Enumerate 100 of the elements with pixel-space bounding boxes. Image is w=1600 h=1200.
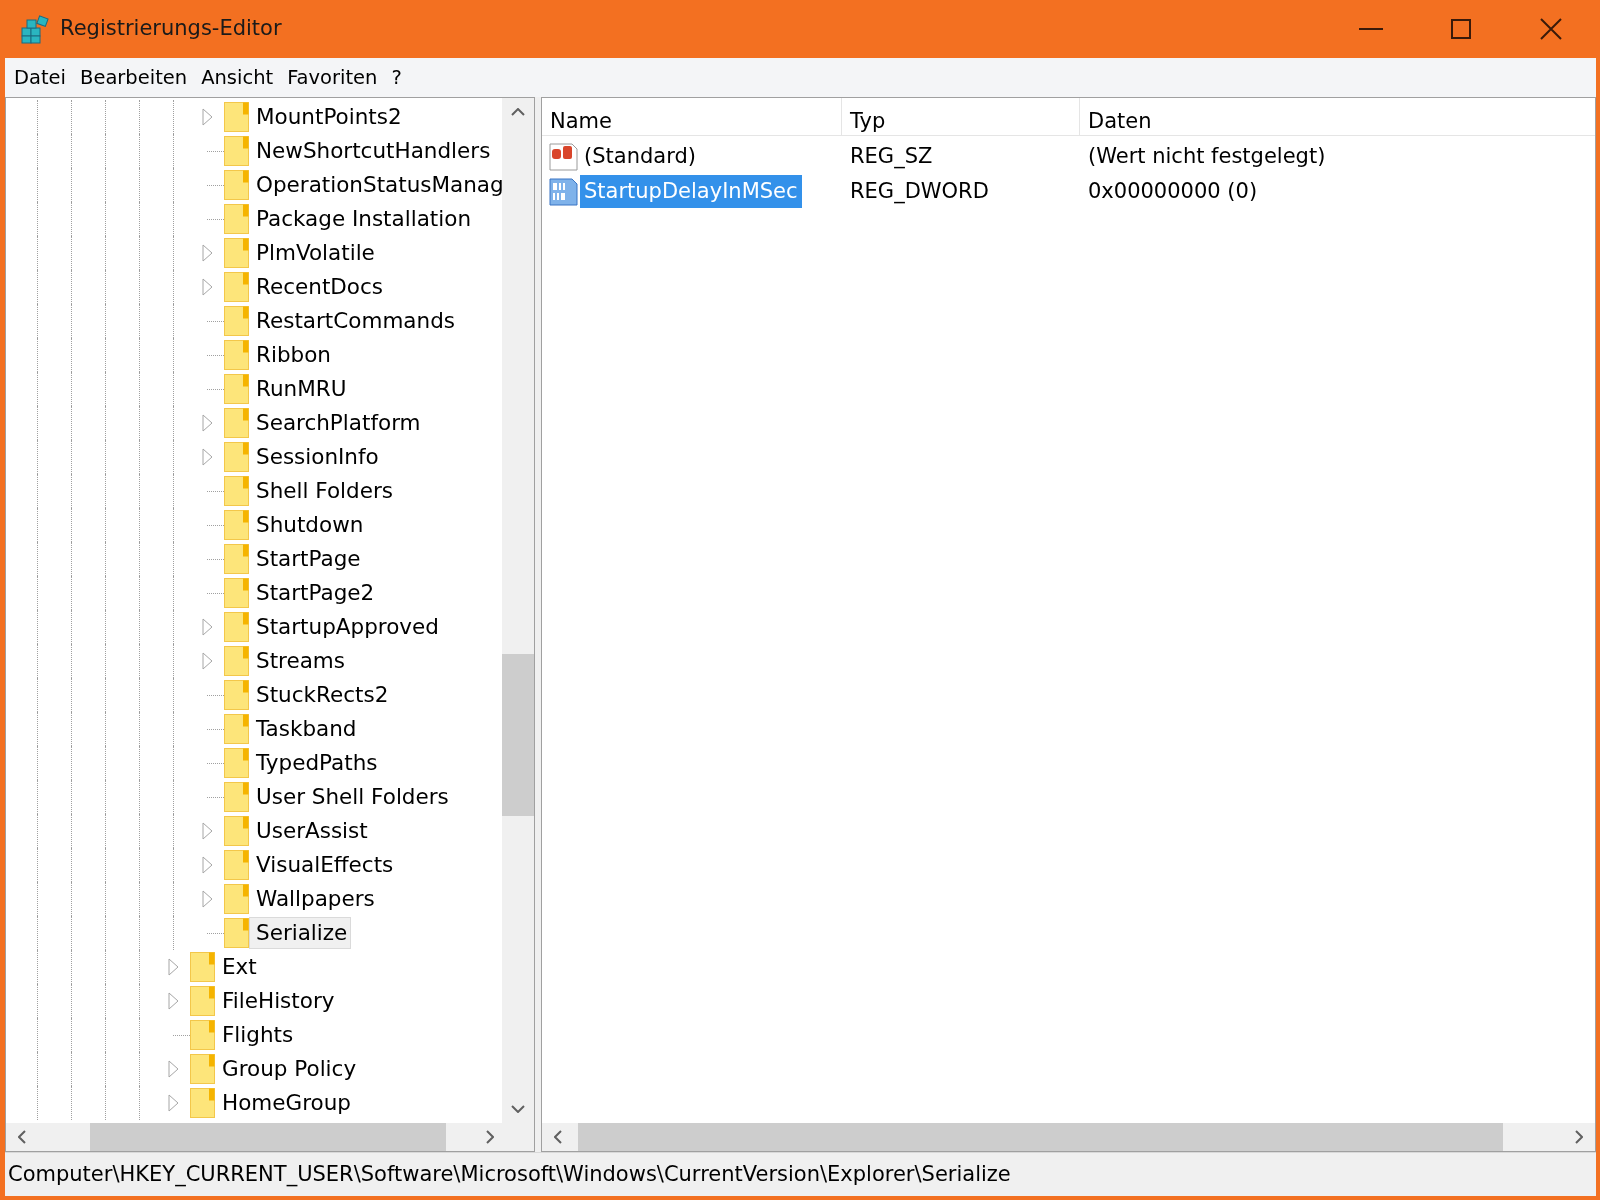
scrollbar-thumb[interactable] [90,1123,446,1151]
tree-item[interactable]: User Shell Folders [249,781,453,813]
folder-icon [224,714,249,744]
folder-icon [224,476,249,506]
folder-icon [224,306,249,336]
expand-arrow-icon[interactable] [201,822,213,840]
tree-item[interactable]: SessionInfo [249,441,383,473]
folder-icon [224,578,249,608]
scroll-left-icon[interactable] [554,1130,562,1144]
tree-item[interactable]: HomeGroup [215,1087,355,1119]
expand-arrow-icon[interactable] [201,652,213,670]
column-header[interactable]: Daten [1080,98,1595,135]
folder-icon [190,1088,215,1118]
tree-item[interactable]: StartPage2 [249,577,379,609]
scrollbar-thumb[interactable] [502,654,534,817]
value-type: REG_DWORD [849,177,990,206]
maximize-icon [1451,19,1471,39]
expand-arrow-icon[interactable] [201,890,213,908]
column-header[interactable]: Name [542,98,842,135]
tree-item[interactable]: Package Installation [249,203,476,235]
folder-icon [224,918,249,948]
folder-icon [224,136,249,166]
horizontal-scrollbar[interactable] [6,1123,534,1151]
expand-arrow-icon[interactable] [201,856,213,874]
tree-item[interactable]: UserAssist [249,815,372,847]
registry-cubes-icon [20,14,52,44]
expand-arrow-icon[interactable] [167,958,179,976]
tree-item[interactable]: MountPoints2 [249,101,406,133]
close-icon [1540,18,1562,40]
folder-icon [224,442,249,472]
folder-icon [224,510,249,540]
folder-icon [190,986,215,1016]
folder-icon [224,816,249,846]
folder-icon [224,204,249,234]
menu-item[interactable]: Ansicht [194,62,281,93]
tree-item[interactable]: OperationStatusManag [249,169,502,201]
value-data: 0x00000000 (0) [1087,177,1259,205]
folder-icon [224,884,249,914]
tree-item[interactable]: StuckRects2 [249,679,393,711]
value-data: (Wert nicht festgelegt) [1087,142,1327,170]
tree-item[interactable]: FileHistory [215,985,339,1017]
folder-icon [224,782,249,812]
folder-icon [224,374,249,404]
tree-item[interactable]: Ext [215,951,261,983]
folder-icon [224,238,249,268]
tree-item[interactable]: Streams [249,645,349,677]
value-name[interactable]: (Standard) [580,140,700,173]
expand-arrow-icon[interactable] [167,992,179,1010]
menu-item[interactable]: Datei [7,62,74,93]
scroll-right-icon[interactable] [1575,1130,1583,1144]
folder-icon [224,748,249,778]
menu-item[interactable]: Favoriten [280,62,385,93]
folder-icon [190,1020,215,1050]
tree-item[interactable]: VisualEffects [249,849,398,881]
folder-icon [224,340,249,370]
tree-item[interactable]: RestartCommands [249,305,459,337]
scroll-left-icon[interactable] [18,1130,26,1144]
tree-item[interactable]: TypedPaths [249,747,382,779]
minimize-icon [1359,28,1383,30]
folder-icon [190,952,215,982]
column-header[interactable]: Typ [842,98,1080,135]
window-title: Registrierungs-Editor [60,15,282,43]
folder-icon [224,680,249,710]
status-bar-path: Computer\HKEY_CURRENT_USER\Software\Microsoft\Windows\CurrentVersion\Explorer\Serialize [7,1160,1011,1189]
tree-item[interactable]: SearchPlatform [249,407,425,439]
tree-item[interactable]: Ribbon [249,339,335,371]
scroll-up-icon[interactable] [511,108,525,116]
tree-item[interactable]: Wallpapers [249,883,379,915]
scroll-right-icon[interactable] [486,1130,494,1144]
expand-arrow-icon[interactable] [201,414,213,432]
tree-item[interactable]: RunMRU [249,373,351,405]
tree-item[interactable]: RecentDocs [249,271,388,303]
folder-icon [224,170,249,200]
vertical-scrollbar[interactable] [502,98,534,1123]
tree-item[interactable]: NewShortcutHandlers [249,135,495,167]
folder-icon [224,646,249,676]
tree-item[interactable]: PlmVolatile [249,237,379,269]
folder-icon [190,1054,215,1084]
expand-arrow-icon[interactable] [201,618,213,636]
expand-arrow-icon[interactable] [201,108,213,126]
tree-item[interactable]: StartPage [249,543,365,575]
menu-item[interactable]: Bearbeiten [73,62,195,93]
menu-item[interactable]: ? [384,62,409,93]
tree-item[interactable]: Shell Folders [249,475,397,507]
tree-item[interactable]: Shutdown [249,509,368,541]
expand-arrow-icon[interactable] [201,244,213,262]
expand-arrow-icon[interactable] [167,1094,179,1112]
tree-item[interactable]: Taskband [249,713,361,745]
string-value-icon [548,142,578,171]
tree-item[interactable]: Group Policy [215,1053,361,1085]
expand-arrow-icon[interactable] [167,1060,179,1078]
tree-item[interactable]: Serialize [249,917,352,949]
tree-item[interactable]: Flights [215,1019,298,1051]
folder-icon [224,102,249,132]
scroll-down-icon[interactable] [511,1105,525,1113]
folder-icon [224,272,249,302]
tree-item[interactable]: StartupApproved [249,611,443,643]
expand-arrow-icon[interactable] [201,448,213,466]
folder-icon [224,408,249,438]
expand-arrow-icon[interactable] [201,278,213,296]
